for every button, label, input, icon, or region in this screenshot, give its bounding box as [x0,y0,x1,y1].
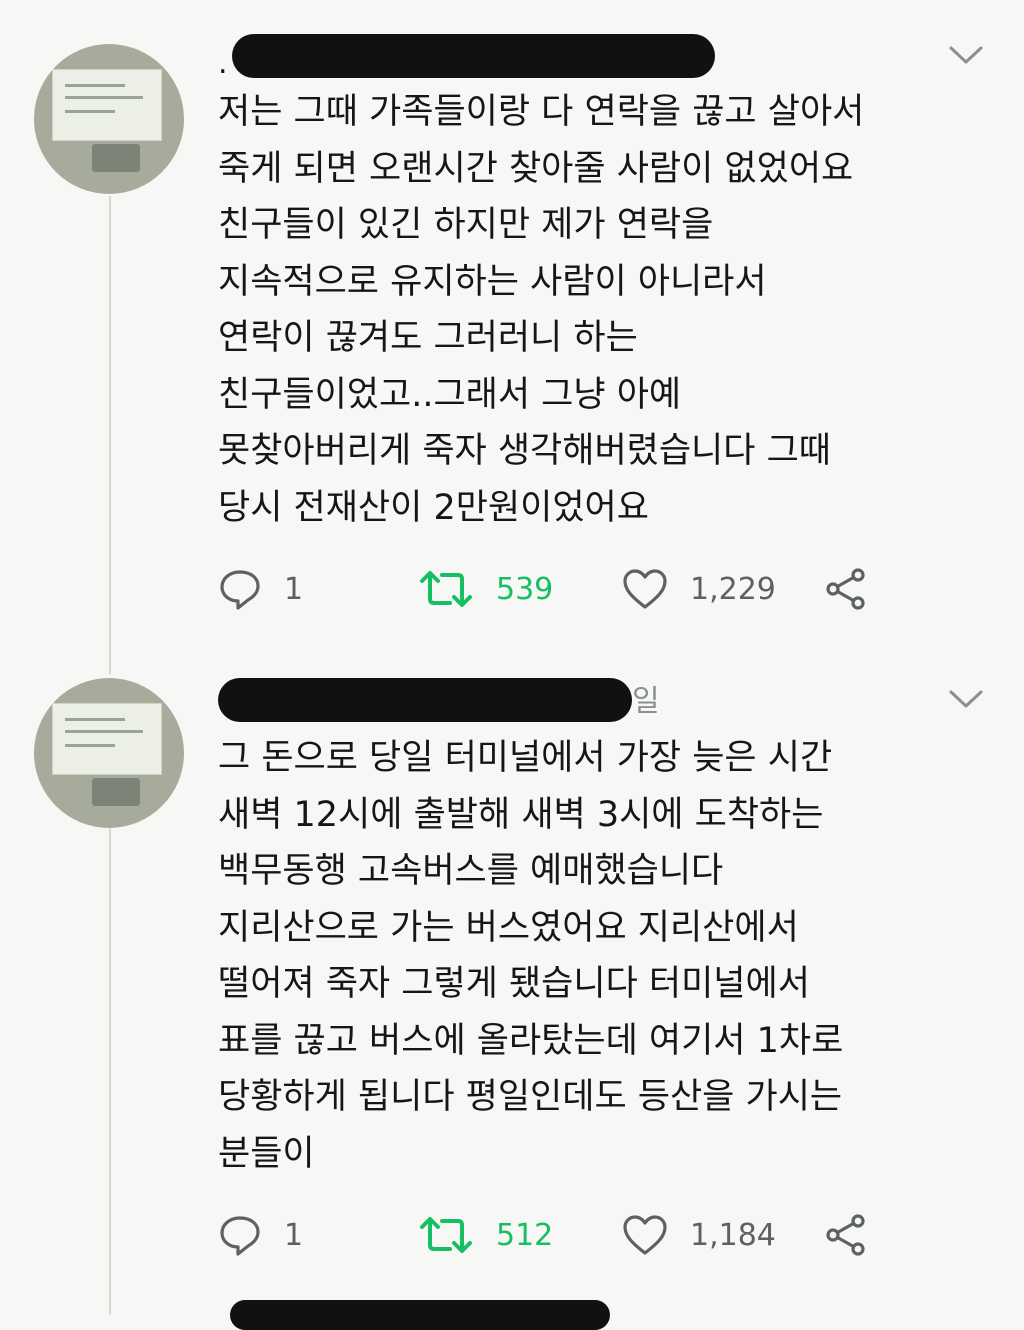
redacted-author [232,34,715,78]
tweet-line: 친구들이었고..그래서 그냥 아예 [218,374,682,415]
retweet-count: 539 [496,571,554,607]
tweet-line: 분들이 [218,1133,315,1174]
share-button[interactable] [824,1212,870,1258]
chevron-down-icon[interactable] [948,688,984,710]
heart-icon [623,569,667,609]
tweet-actions: 1 539 1,229 [218,566,918,612]
tweet-line: 표를 끊고 버스에 올라탔는데 여기서 1차로 [218,1020,844,1061]
author-suffix: 일 [632,684,660,719]
tweet-line: 지속적으로 유지하는 사람이 아니라서 [218,261,767,302]
tweet-line: 연락이 끊겨도 그러러니 하는 [218,318,638,358]
tweet-line: 친구들이 있긴 하지만 제가 연락을 [218,205,714,245]
tweet-line: 당황하게 됩니다 평일인데도 등산을 가시는 [218,1077,843,1117]
avatar[interactable] [34,44,184,194]
like-button[interactable]: 1,229 [622,566,776,612]
tweet-line: 떨어져 죽자 그렇게 됐습니다 터미널에서 [218,964,810,1004]
share-icon [826,1214,865,1256]
tweet-line: 그 돈으로 당일 터미널에서 가장 늦은 시간 [218,738,833,778]
tweet-line: 백무동행 고속버스를 예매했습니다 [218,851,724,891]
reply-count: 1 [284,1217,304,1253]
tweet-line: 못찾아버리게 죽자 생각해버렸습니다 그때 [218,431,831,471]
tweet-line: 지리산으로 가는 버스였어요 지리산에서 [218,907,799,948]
retweet-button[interactable]: 512 [418,1212,553,1258]
like-count: 1,184 [690,1217,776,1253]
redacted-author [230,1300,610,1330]
share-icon [826,568,865,610]
avatar[interactable] [34,678,184,828]
reply-button[interactable]: 1 [218,566,303,612]
like-count: 1,229 [690,571,776,607]
redacted-author [218,678,632,722]
retweet-button[interactable]: 539 [418,566,553,612]
retweet-icon [420,571,472,607]
tweet-line: 죽게 되면 오랜시간 찾아줄 사람이 없었어요 [218,148,854,189]
retweet-icon [420,1217,472,1253]
reply-button[interactable]: 1 [218,1212,303,1258]
share-button[interactable] [824,566,870,612]
reply-count: 1 [284,571,304,607]
tweet-line: 새벽 12시에 출발해 새벽 3시에 도착하는 [218,794,824,835]
retweet-count: 512 [496,1217,554,1253]
tweet-actions: 1 512 1,184 [218,1212,918,1258]
reply-icon [220,570,260,610]
tweet[interactable]: . 저는 그때 가족들이랑 다 연락을 끊고 살아서 죽게 되면 오랜시간 찾아… [0,0,1024,640]
tweet-text: 저는 그때 가족들이랑 다 연락을 끊고 살아서 죽게 되면 오랜시간 찾아줄 … [218,84,998,536]
chevron-down-icon[interactable] [948,44,984,66]
tweet-header: 일 [218,676,958,722]
tweet-header: . [218,34,958,81]
tweet-text: 그 돈으로 당일 터미널에서 가장 늦은 시간 새벽 12시에 출발해 새벽 3… [218,730,998,1182]
heart-icon [623,1215,667,1255]
tweet-line: 당시 전재산이 2만원이었어요 [218,487,649,528]
reply-icon [220,1216,260,1256]
tweet-line: 저는 그때 가족들이랑 다 연락을 끊고 살아서 [218,92,865,132]
tweet[interactable]: 일 그 돈으로 당일 터미널에서 가장 늦은 시간 새벽 12시에 출발해 새벽… [0,660,1024,1300]
like-button[interactable]: 1,184 [622,1212,776,1258]
